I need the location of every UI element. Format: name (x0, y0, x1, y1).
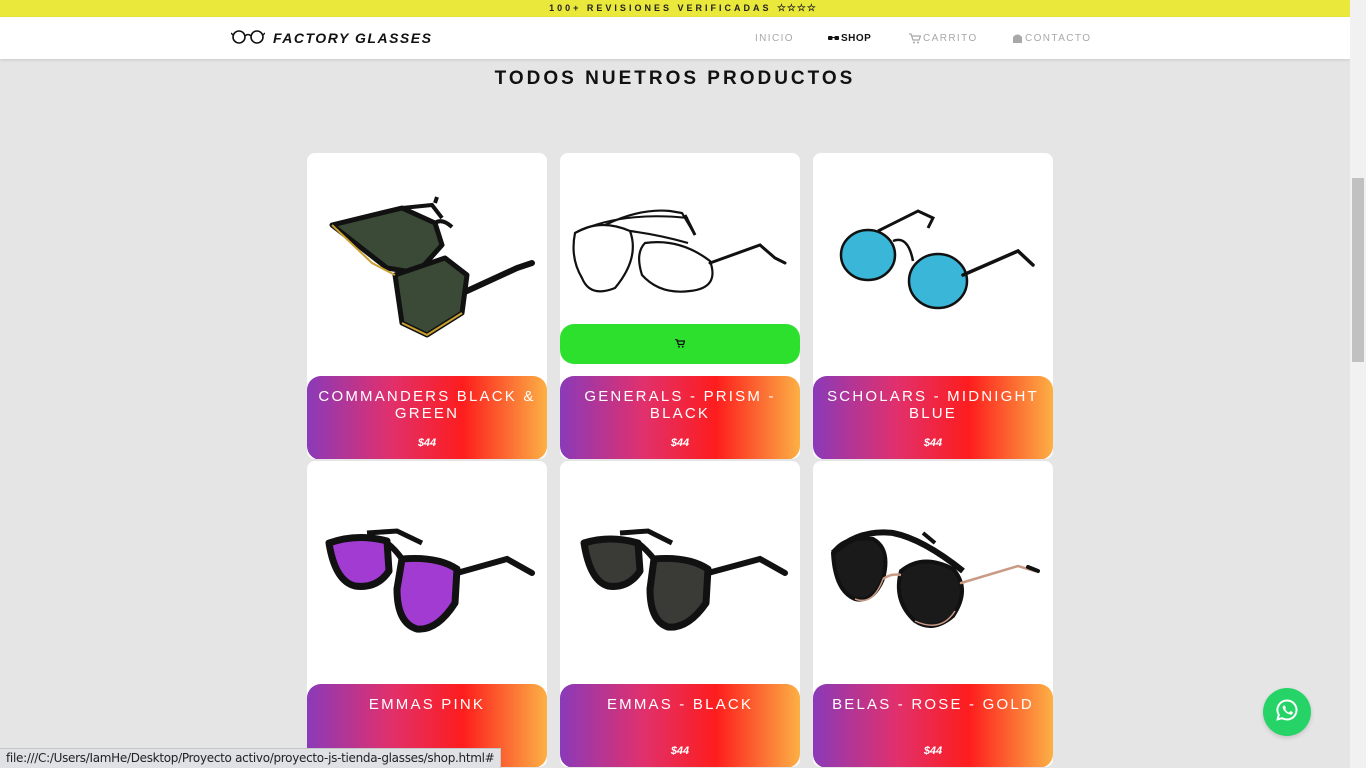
page-scrollbar[interactable] (1350, 0, 1366, 768)
product-price: $44 (923, 437, 943, 449)
product-image[interactable] (823, 163, 1043, 358)
product-info: GENERALS - PRISM - BLACK $44 (560, 376, 800, 459)
product-name: GENERALS - PRISM - BLACK (584, 388, 776, 422)
product-info: EMMAS - BLACK $44 (560, 684, 800, 767)
product-name: SCHOLARS - MIDNIGHT BLUE (827, 388, 1039, 422)
product-image[interactable] (570, 471, 790, 666)
product-name: COMMANDERS BLACK & GREEN (318, 388, 536, 422)
glasses-logo-icon (230, 28, 266, 49)
brand-logo[interactable]: FACTORY GLASSES (230, 26, 433, 50)
product-price: $44 (670, 437, 690, 449)
product-name: EMMAS PINK (368, 696, 486, 713)
product-card[interactable]: EMMAS - BLACK $44 (560, 461, 800, 767)
product-name: EMMAS - BLACK (606, 696, 754, 713)
nav-shop[interactable]: SHOP (828, 29, 871, 47)
scrollbar-thumb[interactable] (1352, 178, 1364, 362)
promo-banner: 100+ REVISIONES VERIFICADAS ☆☆☆☆ (0, 0, 1366, 17)
product-price: $44 (417, 437, 437, 449)
product-image[interactable] (823, 471, 1043, 666)
browser-status-bar: file:///C:/Users/IamHe/Desktop/Proyecto … (0, 748, 502, 768)
promo-text: 100+ REVISIONES VERIFICADAS (549, 3, 772, 13)
product-card[interactable]: SCHOLARS - MIDNIGHT BLUE $44 (813, 153, 1053, 459)
product-card[interactable]: COMMANDERS BLACK & GREEN $44 (307, 153, 547, 459)
product-price: $44 (923, 745, 943, 757)
page-title: TODOS NUETROS PRODUCTOS (494, 68, 856, 89)
whatsapp-icon (1275, 698, 1299, 727)
product-info: COMMANDERS BLACK & GREEN $44 (307, 376, 547, 459)
nav-contacto[interactable]: CONTACTO (1012, 29, 1091, 47)
nav-carrito[interactable]: CARRITO (909, 29, 978, 47)
brand-name: FACTORY GLASSES (273, 30, 433, 46)
nav-contacto-label: CONTACTO (1025, 32, 1092, 44)
nav-carrito-label: CARRITO (923, 32, 978, 44)
glasses-icon (828, 35, 839, 41)
contact-icon (1012, 33, 1023, 44)
nav-inicio[interactable]: INICIO (755, 29, 794, 47)
nav-shop-label: SHOP (841, 32, 872, 44)
product-info: BELAS - ROSE - GOLD $44 (813, 684, 1053, 767)
product-name: BELAS - ROSE - GOLD (832, 696, 1034, 713)
cart-icon (909, 32, 921, 44)
product-card[interactable]: BELAS - ROSE - GOLD $44 (813, 461, 1053, 767)
product-info: SCHOLARS - MIDNIGHT BLUE $44 (813, 376, 1053, 459)
product-price: $44 (670, 745, 690, 757)
product-card[interactable]: GENERALS - PRISM - BLACK $44 (560, 153, 800, 459)
product-card[interactable]: EMMAS PINK (307, 461, 547, 767)
header-navbar: FACTORY GLASSES INICIO SHOP CARRITO CONT… (0, 17, 1350, 59)
product-image[interactable] (317, 163, 537, 358)
rating-stars: ☆☆☆☆ (776, 3, 817, 14)
add-to-cart-button[interactable] (560, 324, 800, 364)
product-image[interactable] (317, 471, 537, 666)
nav-inicio-label: INICIO (755, 32, 794, 44)
whatsapp-button[interactable] (1263, 688, 1311, 736)
cart-icon (675, 335, 686, 353)
